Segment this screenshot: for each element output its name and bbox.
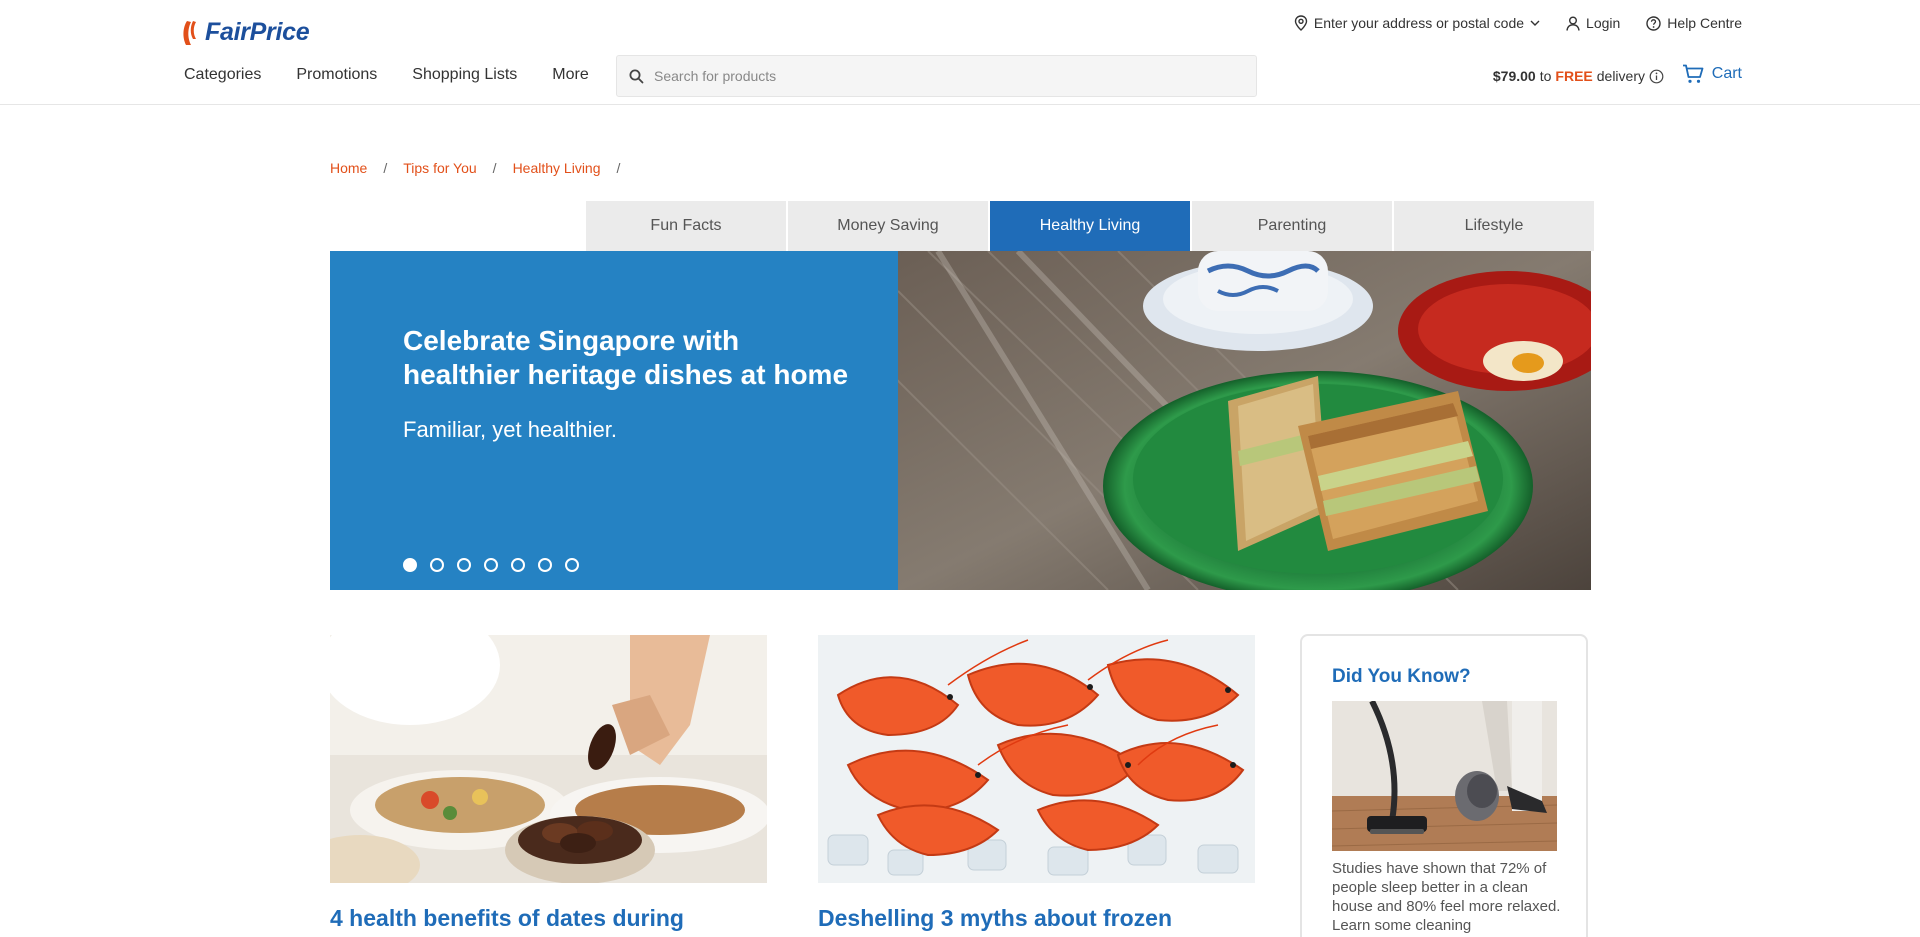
breadcrumb-separator: /: [616, 160, 621, 176]
tab-healthy-living[interactable]: Healthy Living: [990, 201, 1190, 251]
breadcrumb-home[interactable]: Home: [330, 160, 367, 176]
breadcrumb-separator: /: [492, 160, 497, 176]
hero-title[interactable]: Celebrate Singapore with healthier herit…: [403, 324, 863, 392]
breadcrumb-tips-for-you[interactable]: Tips for You: [403, 160, 476, 176]
location-pin-icon: [1294, 15, 1308, 31]
carousel-dot[interactable]: [457, 558, 471, 572]
prawns-illustration: [818, 635, 1255, 883]
did-you-know-image: [1332, 701, 1557, 851]
breadcrumb: Home / Tips for You / Healthy Living /: [330, 160, 626, 176]
carousel-dot[interactable]: [511, 558, 525, 572]
nav-categories[interactable]: Categories: [184, 66, 261, 84]
dates-illustration: [330, 635, 767, 883]
search-input[interactable]: [654, 68, 1234, 84]
carousel-dot[interactable]: [430, 558, 444, 572]
help-label: Help Centre: [1667, 15, 1742, 31]
carousel-dot[interactable]: [565, 558, 579, 572]
nav-shopping-lists[interactable]: Shopping Lists: [412, 66, 517, 84]
category-tabs: Fun Facts Money Saving Healthy Living Pa…: [586, 201, 1594, 251]
article-title[interactable]: 4 health benefits of dates during Ramada…: [330, 903, 767, 937]
search-icon: [629, 69, 644, 83]
delivery-suffix: delivery: [1596, 68, 1645, 84]
cart-icon: [1682, 64, 1704, 83]
address-label: Enter your address or postal code: [1313, 15, 1525, 31]
user-icon: [1566, 16, 1580, 31]
breadcrumb-separator: /: [383, 160, 388, 176]
did-you-know-text: Studies have shown that 72% of people sl…: [1332, 860, 1561, 934]
delivery-to: to: [1539, 68, 1552, 84]
search-bar: [616, 55, 1257, 97]
login-label: Login: [1586, 15, 1621, 31]
hero-carousel[interactable]: Celebrate Singapore with healthier herit…: [330, 251, 1591, 590]
tab-parenting[interactable]: Parenting: [1192, 201, 1392, 251]
fairprice-logo-icon: [183, 21, 196, 45]
vacuum-cleaner-illustration: [1332, 701, 1557, 851]
login-link[interactable]: Login: [1566, 15, 1620, 31]
fairprice-logo[interactable]: FairPrice: [181, 17, 310, 47]
kaya-toast-illustration: [898, 251, 1591, 590]
info-icon[interactable]: [1649, 69, 1664, 84]
help-icon: [1646, 15, 1661, 31]
article-image-prawns[interactable]: [818, 635, 1255, 883]
address-selector[interactable]: Enter your address or postal code: [1294, 15, 1540, 31]
delivery-free: FREE: [1555, 68, 1593, 84]
free-delivery-info: $79.00 to FREE delivery: [1493, 68, 1664, 84]
article-card[interactable]: Deshelling 3 myths about frozen thawed s…: [818, 635, 1255, 937]
nav-more[interactable]: More: [552, 66, 588, 84]
chevron-down-icon: [1530, 20, 1540, 26]
main-nav: Categories Promotions Shopping Lists Mor…: [184, 66, 589, 84]
hero-image-kaya-toast: [898, 251, 1591, 590]
carousel-dot[interactable]: [403, 558, 417, 572]
delivery-amount: $79.00: [1492, 68, 1536, 84]
breadcrumb-healthy-living[interactable]: Healthy Living: [513, 160, 601, 176]
carousel-dot[interactable]: [484, 558, 498, 572]
article-card[interactable]: 4 health benefits of dates during Ramada…: [330, 635, 767, 937]
site-header: FairPrice Enter your address or postal c…: [0, 0, 1920, 105]
hero-text-panel: Celebrate Singapore with healthier herit…: [330, 251, 898, 590]
tab-money-saving[interactable]: Money Saving: [788, 201, 988, 251]
article-title[interactable]: Deshelling 3 myths about frozen thawed s…: [818, 903, 1255, 937]
utility-bar: Enter your address or postal code Login …: [1294, 15, 1742, 31]
carousel-dots: [403, 558, 579, 572]
nav-promotions[interactable]: Promotions: [296, 66, 377, 84]
tab-fun-facts[interactable]: Fun Facts: [586, 201, 786, 251]
help-centre-link[interactable]: Help Centre: [1646, 15, 1742, 31]
hero-subtitle: Familiar, yet healthier.: [403, 417, 617, 442]
cart-label: Cart: [1711, 65, 1742, 82]
did-you-know-card[interactable]: Did You Know? Studies have shown that 72…: [1300, 634, 1588, 937]
article-image-dates[interactable]: [330, 635, 767, 883]
tab-lifestyle[interactable]: Lifestyle: [1394, 201, 1594, 251]
logo-text: FairPrice: [205, 17, 310, 46]
did-you-know-title: Did You Know?: [1332, 666, 1471, 687]
carousel-dot[interactable]: [538, 558, 552, 572]
cart-button[interactable]: Cart: [1682, 64, 1742, 84]
